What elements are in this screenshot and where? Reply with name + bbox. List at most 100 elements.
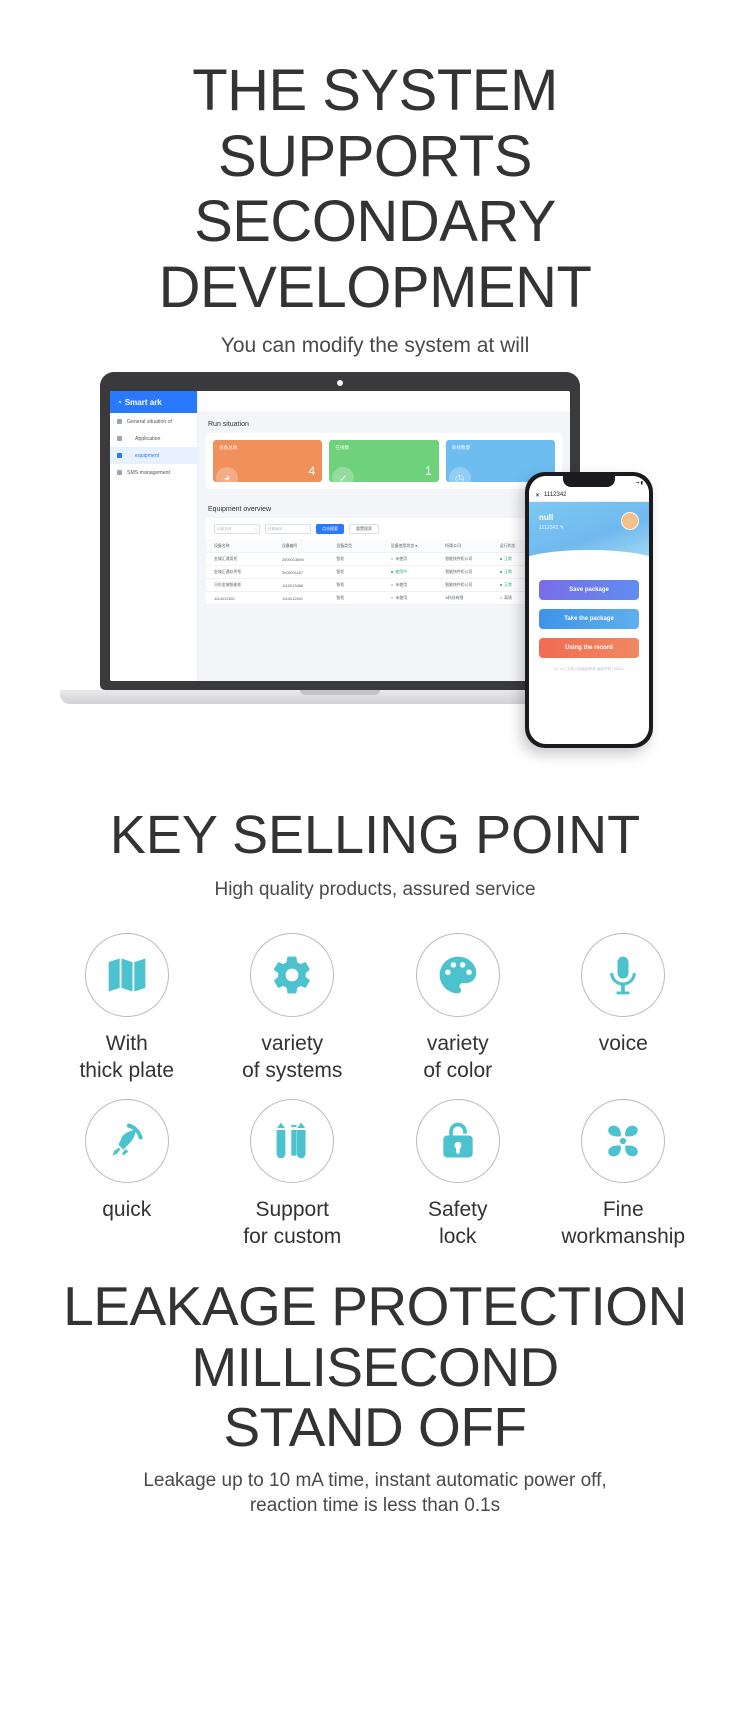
sidebar-item-general[interactable]: General situation of bbox=[110, 413, 197, 430]
feature-label: Safety lock bbox=[427, 1197, 488, 1249]
cell-type: 智柜 bbox=[336, 582, 345, 588]
rocket-icon bbox=[112, 1123, 143, 1156]
cell-status: 未使用 bbox=[390, 595, 445, 601]
statusbar-indicators: ▪▪ ▮ bbox=[636, 479, 643, 485]
take-package-button[interactable]: Take the package bbox=[539, 609, 639, 630]
stat-card-total[interactable]: ◕ 设备总数 4 bbox=[213, 440, 323, 483]
phone-footer-text: V1.1.0 | 交布公司版权所有 版权所有 | 00001 bbox=[553, 667, 625, 672]
feature-item-safety-lock: Safety lock bbox=[375, 1098, 541, 1251]
running-dot-icon bbox=[499, 583, 503, 587]
close-icon[interactable]: ✕ bbox=[535, 492, 540, 499]
hero-title-line-1: THE SYSTEM bbox=[192, 58, 558, 123]
table-row[interactable]: 金城汇通用柜 2000013698 智柜 未使用 智能快件柜公司 正常 bbox=[206, 553, 562, 567]
app-icon bbox=[117, 436, 122, 442]
feature-item-custom: Support for custom bbox=[210, 1098, 376, 1251]
table-row[interactable]: 金城汇通存件柜 2000011187 智柜 使用中 智能快件柜公司 正常 bbox=[206, 566, 562, 580]
sidebar-item-label: equipment bbox=[135, 452, 160, 459]
reset-button[interactable]: 重置搜索 bbox=[349, 524, 379, 535]
stat-card-online[interactable]: ✓ 在线数 1 bbox=[329, 440, 439, 483]
search-input-name-value: 设备名称 bbox=[217, 526, 232, 531]
brand-label: Smart ark bbox=[124, 397, 162, 407]
cell-number: 1110013468 bbox=[282, 582, 304, 588]
sidebar-item-equipment[interactable]: equipment bbox=[110, 447, 197, 465]
feature-label: Support for custom bbox=[243, 1197, 342, 1249]
phone-notch bbox=[563, 476, 615, 488]
stat-card-label: 离线数量 bbox=[451, 445, 471, 451]
dashboard-sidebar: ◔ Smart ark General situation of Applica… bbox=[110, 391, 198, 682]
leakage-subtitle-line-1: Leakage up to 10 mA time, instant automa… bbox=[143, 1469, 607, 1491]
webcam-icon bbox=[337, 380, 343, 387]
feature-item-systems: variety of systems bbox=[210, 933, 376, 1085]
table-col-header: 设备名称 bbox=[214, 543, 230, 549]
status-dot-icon bbox=[390, 570, 394, 574]
feature-icon-circle bbox=[250, 1098, 335, 1183]
feature-label: variety of color bbox=[423, 1032, 493, 1083]
profile-id: 1112342 ✎ bbox=[539, 525, 639, 531]
table-row[interactable]: 河东金城智能柜 1110013468 智柜 未使用 智能快件柜公司 正常 bbox=[206, 579, 562, 593]
table-col-header: 设备编号 bbox=[282, 543, 298, 549]
cell-type: 智柜 bbox=[336, 569, 345, 575]
phone-mockup: ▪▪ ▮ ✕ 1112342 null 1112342 ✎ Save packa… bbox=[525, 472, 653, 749]
cell-status: 未使用 bbox=[390, 582, 445, 588]
feature-grid: With thick plate variety of systems vari… bbox=[0, 901, 750, 1250]
cell-running-text: 离线 bbox=[504, 595, 512, 601]
search-input-name[interactable]: 设备名称 ⌕ bbox=[214, 524, 260, 535]
sidebar-item-application[interactable]: Application bbox=[110, 430, 197, 447]
feature-icon-circle bbox=[250, 933, 335, 1018]
feature-item-thick-plate: With thick plate bbox=[44, 933, 210, 1085]
feature-label: variety of systems bbox=[242, 1032, 343, 1083]
feature-icon-circle bbox=[581, 1098, 666, 1183]
table-row[interactable]: 1114012601 1114012601 智柜 未使用 A科技有限 离线 bbox=[206, 592, 562, 606]
search-button[interactable]: 点击搜索 bbox=[316, 524, 344, 535]
leakage-title-line-1: LEAKAGE PROTECTION bbox=[63, 1275, 687, 1338]
profile-id-value: 1112342 bbox=[539, 525, 559, 532]
feature-icon-circle bbox=[415, 1098, 500, 1183]
dashboard-main: Run situation ◕ 设备总数 4 ✓ 在线数 1 ◷ 离线数量 Eq… bbox=[198, 391, 570, 682]
equipment-table: 设备名称 设备编号 设备类型 设备使用状态 ▾ 所属公司 运行状态 金城汇通用柜… bbox=[206, 540, 562, 606]
microphone-icon bbox=[610, 956, 637, 995]
hero-title-line-3: SECONDARY bbox=[194, 189, 556, 255]
cell-company: A科技有限 bbox=[445, 595, 464, 601]
feature-item-quick: quick bbox=[44, 1098, 210, 1251]
sidebar-item-label: General situation of bbox=[127, 418, 172, 425]
status-dot-icon bbox=[390, 583, 394, 587]
stat-card-label: 在线数 bbox=[335, 445, 350, 451]
leakage-title-line-3: STAND OFF bbox=[223, 1396, 527, 1459]
cell-name: 1114012601 bbox=[214, 595, 236, 601]
feature-label: With thick plate bbox=[79, 1032, 175, 1083]
dashboard-topbar bbox=[198, 391, 570, 414]
sms-icon bbox=[117, 470, 122, 476]
phone-navbar-title: 1112342 bbox=[544, 492, 567, 499]
save-package-button[interactable]: Save package bbox=[539, 580, 639, 601]
laptop-lid: ◔ Smart ark General situation of Applica… bbox=[100, 372, 580, 691]
leakage-title-line-2: MILLISECOND bbox=[191, 1335, 559, 1398]
run-situation-title: Run situation bbox=[208, 421, 249, 429]
search-icon[interactable]: ⌕ bbox=[306, 527, 308, 531]
feature-item-color: variety of color bbox=[375, 933, 541, 1085]
pencils-icon bbox=[276, 1122, 306, 1158]
cell-company: 智能快件柜公司 bbox=[445, 582, 473, 588]
feature-item-workmanship: Fine workmanship bbox=[541, 1098, 707, 1251]
pencil-icon[interactable]: ✎ bbox=[560, 525, 564, 531]
stat-card-label: 设备总数 bbox=[219, 445, 238, 451]
leakage-protection-section: LEAKAGE PROTECTION MILLISECOND STAND OFF… bbox=[0, 1276, 750, 1519]
leakage-subtitle-line-2: reaction time is less than 0.1s bbox=[249, 1495, 501, 1517]
laptop-mockup: ◔ Smart ark General situation of Applica… bbox=[60, 372, 620, 705]
table-header-row: 设备名称 设备编号 设备类型 设备使用状态 ▾ 所属公司 运行状态 bbox=[206, 540, 562, 554]
brand-logo-icon: ◔ bbox=[117, 397, 122, 407]
leakage-title: LEAKAGE PROTECTION MILLISECOND STAND OFF bbox=[0, 1276, 750, 1458]
cell-company: 智能快件柜公司 bbox=[445, 569, 473, 575]
search-icon[interactable]: ⌕ bbox=[255, 527, 257, 531]
phone-action-list: Save package Take the package Using the … bbox=[529, 564, 649, 672]
equipment-overview-title: Equipment overview bbox=[208, 506, 272, 514]
feature-icon-circle bbox=[415, 933, 500, 1018]
search-input-number[interactable]: 设备编号 ⌕ bbox=[265, 524, 311, 535]
table-col-header[interactable]: 设备使用状态 ▾ bbox=[391, 543, 445, 549]
cell-status: 使用中 bbox=[390, 569, 445, 575]
cell-running-text: 正常 bbox=[504, 582, 512, 588]
sidebar-item-sms[interactable]: SMS management bbox=[110, 464, 197, 481]
grid-icon bbox=[117, 419, 122, 425]
running-dot-icon bbox=[499, 557, 503, 561]
using-record-button[interactable]: Using the record bbox=[539, 638, 639, 659]
cell-type: 智柜 bbox=[336, 595, 345, 601]
